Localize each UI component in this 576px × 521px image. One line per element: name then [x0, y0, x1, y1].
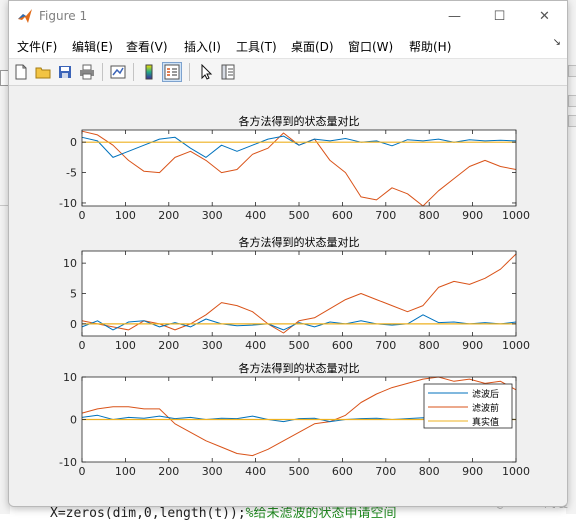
x-tick-label: 100 [115, 465, 136, 478]
x-tick-label: 0 [79, 339, 86, 352]
edit-plot-arrow-icon[interactable] [196, 62, 216, 82]
y-tick-label: -5 [66, 167, 77, 180]
y-tick-label: -10 [59, 456, 77, 469]
property-inspector-icon[interactable] [218, 62, 238, 82]
x-tick-label: 1000 [502, 339, 530, 352]
menu-tools[interactable]: 工具(T) [236, 38, 277, 55]
link-plot-icon[interactable] [108, 62, 128, 82]
y-tick-label: 0 [70, 136, 77, 149]
print-icon[interactable] [77, 62, 97, 82]
x-tick-label: 1000 [502, 209, 530, 222]
insert-colorbar-icon[interactable] [139, 62, 159, 82]
x-tick-label: 300 [202, 465, 223, 478]
x-tick-label: 800 [419, 209, 440, 222]
x-tick-label: 200 [158, 339, 179, 352]
x-tick-label: 900 [462, 465, 483, 478]
insert-legend-icon[interactable] [162, 62, 182, 82]
y-tick-label: 10 [63, 257, 77, 270]
legend-label-true_value: 真实值 [472, 416, 499, 428]
y-tick-label: 5 [70, 288, 77, 301]
title-bar[interactable]: Figure 1 — ☐ ✕ [9, 1, 567, 32]
menu-view[interactable]: 查看(V) [126, 38, 168, 55]
figure-toolbar [9, 59, 567, 86]
figure-window: Figure 1 — ☐ ✕ 文件(F) 编辑(E) 查看(V) 插入(I) 工… [8, 0, 568, 507]
x-tick-label: 0 [79, 465, 86, 478]
menu-insert[interactable]: 插入(I) [184, 38, 221, 55]
x-tick-label: 100 [115, 339, 136, 352]
menu-help[interactable]: 帮助(H) [409, 38, 451, 55]
close-button[interactable]: ✕ [522, 1, 567, 32]
x-tick-label: 900 [462, 209, 483, 222]
x-tick-label: 700 [375, 465, 396, 478]
figure-plots: 各方法得到的状态量对比0 100 200 300 400 500 600 700 800 900 1… [59, 114, 530, 478]
x-tick-label: 500 [289, 339, 310, 352]
x-tick-label: 600 [332, 465, 353, 478]
axes-1-title: 各方法得到的状态量对比 [239, 114, 360, 128]
x-tick-label: 100 [115, 209, 136, 222]
x-tick-label: 700 [375, 339, 396, 352]
menu-desktop[interactable]: 桌面(D) [291, 38, 334, 55]
x-tick-label: 500 [289, 465, 310, 478]
axes-3-title: 各方法得到的状态量对比 [239, 361, 360, 375]
save-icon[interactable] [55, 62, 75, 82]
y-tick-label: -10 [59, 197, 77, 210]
dock-figure-icon[interactable]: ↘ [553, 37, 561, 48]
x-tick-label: 600 [332, 339, 353, 352]
x-tick-label: 900 [462, 339, 483, 352]
x-tick-label: 0 [79, 209, 86, 222]
minimize-button[interactable]: — [432, 1, 477, 32]
y-tick-label: 0 [70, 318, 77, 331]
x-tick-label: 800 [419, 465, 440, 478]
menu-bar: 文件(F) 编辑(E) 查看(V) 插入(I) 工具(T) 桌面(D) 窗口(W… [9, 32, 567, 59]
x-tick-label: 700 [375, 209, 396, 222]
x-tick-label: 400 [245, 465, 266, 478]
open-file-icon[interactable] [33, 62, 53, 82]
x-tick-label: 600 [332, 209, 353, 222]
x-tick-label: 1000 [502, 465, 530, 478]
y-tick-label: 0 [70, 414, 77, 427]
legend-label-filtered: 滤波后 [472, 388, 499, 400]
x-tick-label: 200 [158, 209, 179, 222]
maximize-button[interactable]: ☐ [477, 1, 522, 32]
x-tick-label: 400 [245, 209, 266, 222]
x-tick-label: 500 [289, 209, 310, 222]
x-tick-label: 300 [202, 209, 223, 222]
x-tick-label: 200 [158, 465, 179, 478]
menu-window[interactable]: 窗口(W) [348, 38, 393, 55]
x-tick-label: 300 [202, 339, 223, 352]
figure-canvas: 各方法得到的状态量对比 0 100 200 300 400 500 600 700 800 900 1… [9, 86, 567, 506]
x-tick-label: 800 [419, 339, 440, 352]
axes-2-title: 各方法得到的状态量对比 [239, 235, 360, 249]
new-figure-icon[interactable] [11, 62, 31, 82]
legend-label-unfiltered: 滤波前 [472, 402, 499, 414]
menu-edit[interactable]: 编辑(E) [72, 38, 113, 55]
y-tick-label: 10 [63, 371, 77, 384]
menu-file[interactable]: 文件(F) [17, 38, 57, 55]
axes-2-background [82, 251, 516, 336]
x-tick-label: 400 [245, 339, 266, 352]
window-title: Figure 1 [39, 9, 88, 23]
matlab-logo-icon [18, 9, 32, 23]
